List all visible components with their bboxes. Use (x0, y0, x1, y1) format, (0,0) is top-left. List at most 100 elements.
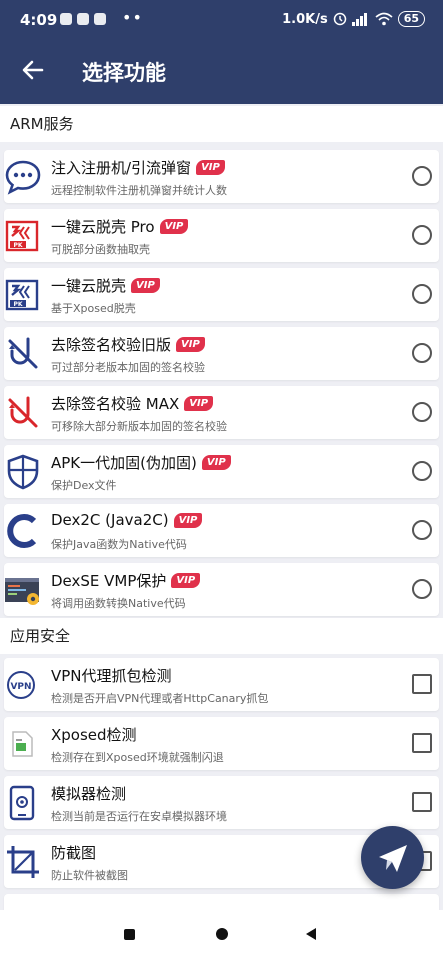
feature-item-partial[interactable] (4, 894, 439, 910)
alarm-icon (333, 12, 346, 26)
feature-title-text: Xposed检测 (51, 726, 137, 744)
feature-title-text: 模拟器检测 (51, 785, 127, 803)
feature-title-text: 注入注册机/引流弹窗 (51, 159, 192, 177)
feature-description: 远程控制软件注册机弹窗并统计人数 (51, 184, 227, 197)
recent-apps-button[interactable] (124, 929, 135, 940)
radio-button[interactable] (412, 579, 432, 599)
crop-icon (7, 846, 39, 878)
feature-item-dex2c[interactable]: Dex2C (Java2C) VIP 保护Java函数为Native代码 (4, 504, 439, 557)
vip-badge: VIP (171, 573, 201, 588)
back-button[interactable] (306, 928, 316, 940)
feature-item-unpack[interactable]: PK 一键云脱壳 VIP 基于Xposed脱壳 (4, 268, 439, 321)
feature-description: 将调用函数转换Native代码 (51, 597, 186, 610)
status-bar: 4:09 •• 1.0K/s 65 (0, 0, 443, 38)
network-speed: 1.0K/s (282, 11, 328, 27)
feature-title: 去除签名校验 MAX VIP (51, 393, 214, 414)
home-button[interactable] (216, 928, 228, 940)
feature-title: 去除签名校验旧版 VIP (51, 334, 205, 355)
feature-item-remove-signature-old[interactable]: 去除签名校验旧版 VIP 可过部分老版本加固的签名校验 (4, 327, 439, 380)
radio-button[interactable] (412, 402, 432, 422)
app-bar: 选择功能 (0, 38, 443, 104)
no-signature-icon (8, 337, 38, 369)
feature-title: 模拟器检测 (51, 783, 126, 804)
feature-title-text: 一键云脱壳 Pro (51, 218, 155, 236)
radio-button[interactable] (412, 520, 432, 540)
feature-item-xposed-detect[interactable]: Xposed检测 检测存在到Xposed环境就强制闪退 (4, 717, 439, 770)
radio-button[interactable] (412, 343, 432, 363)
feature-title: 防截图 (51, 842, 96, 863)
checkbox[interactable] (412, 674, 432, 694)
unpack-pro-icon: PK (5, 220, 39, 252)
radio-button[interactable] (412, 461, 432, 481)
chat-bubble-icon (5, 160, 41, 195)
send-button[interactable] (361, 826, 424, 889)
page-title: 选择功能 (82, 61, 166, 85)
radio-button[interactable] (412, 284, 432, 304)
feature-title-text: Dex2C (Java2C) (51, 511, 169, 529)
notification-app-icon (94, 13, 106, 25)
feature-title: DexSE VMP保护 VIP (51, 570, 201, 591)
feature-description: 检测当前是否运行在安卓模拟器环境 (51, 810, 227, 823)
checkbox[interactable] (412, 733, 432, 753)
feature-title: 一键云脱壳 VIP (51, 275, 160, 296)
signal-icon (351, 13, 367, 26)
feature-description: 保护Dex文件 (51, 479, 117, 492)
vip-badge: VIP (196, 160, 225, 175)
feature-description: 可移除大部分新版本加固的签名校验 (51, 420, 227, 433)
vpn-icon: VPN (7, 671, 35, 699)
notification-icons (60, 13, 106, 25)
send-icon (379, 845, 407, 872)
c-letter-icon (7, 514, 37, 548)
vip-badge: VIP (173, 512, 203, 528)
radio-button[interactable] (412, 166, 432, 186)
vip-badge: VIP (131, 278, 160, 293)
feature-title-text: APK一代加固(伪加固) (51, 454, 197, 472)
more-notifications-icon: •• (122, 8, 143, 27)
feature-title: Xposed检测 (51, 724, 137, 745)
feature-description: 可过部分老版本加固的签名校验 (51, 361, 205, 374)
system-nav-bar (0, 910, 443, 960)
feature-description: 可脱部分函数抽取壳 (51, 243, 150, 256)
feature-title: APK一代加固(伪加固) VIP (51, 452, 231, 473)
feature-title-text: 一键云脱壳 (51, 277, 127, 295)
battery-indicator: 65 (397, 11, 425, 27)
feature-item-inject-popup[interactable]: 注入注册机/引流弹窗 VIP 远程控制软件注册机弹窗并统计人数 (4, 150, 439, 203)
svg-text:PK: PK (13, 242, 22, 249)
feature-item-apk-protect[interactable]: APK一代加固(伪加固) VIP 保护Dex文件 (4, 445, 439, 498)
feature-title-text: DexSE VMP保护 (51, 572, 167, 590)
feature-item-vpn-detect[interactable]: VPN VPN代理抓包检测 检测是否开启VPN代理或者HttpCanary抓包 (4, 658, 439, 711)
feature-title-text: 去除签名校验 MAX (51, 395, 180, 413)
checkbox[interactable] (412, 792, 432, 812)
feature-item-emulator-detect[interactable]: 模拟器检测 检测当前是否运行在安卓模拟器环境 (4, 776, 439, 829)
status-right: 1.0K/s 65 (282, 11, 425, 27)
feature-title: VPN代理抓包检测 (51, 665, 172, 686)
feature-title: 一键云脱壳 Pro VIP (51, 216, 189, 237)
shield-icon (7, 454, 39, 490)
feature-list[interactable]: ARM服务 注入注册机/引流弹窗 VIP 远程控制软件注册机弹窗并统计人数 PK … (0, 104, 443, 910)
feature-title-text: 防截图 (51, 844, 97, 862)
vip-badge: VIP (159, 219, 189, 234)
back-arrow-icon[interactable] (20, 57, 46, 83)
radio-button[interactable] (412, 225, 432, 245)
xposed-file-icon (12, 731, 33, 757)
unpack-icon: PK (5, 279, 39, 311)
phone-at-icon (9, 785, 35, 821)
status-time: 4:09 (20, 11, 58, 29)
feature-description: 保护Java函数为Native代码 (51, 538, 187, 551)
feature-title: 注入注册机/引流弹窗 VIP (51, 157, 225, 178)
feature-description: 检测存在到Xposed环境就强制闪退 (51, 751, 224, 764)
feature-item-dexse-vmp[interactable]: DexSE VMP保护 VIP 将调用函数转换Native代码 (4, 563, 439, 616)
feature-description: 检测是否开启VPN代理或者HttpCanary抓包 (51, 692, 269, 705)
feature-title-text: VPN代理抓包检测 (51, 667, 172, 685)
vip-badge: VIP (176, 337, 205, 352)
notification-app-icon (60, 13, 72, 25)
code-gear-icon (5, 578, 39, 605)
vip-badge: VIP (201, 455, 231, 470)
feature-item-unpack-pro[interactable]: PK 一键云脱壳 Pro VIP 可脱部分函数抽取壳 (4, 209, 439, 262)
feature-item-remove-signature-max[interactable]: 去除签名校验 MAX VIP 可移除大部分新版本加固的签名校验 (4, 386, 439, 439)
section-header-app-security: 应用安全 (0, 618, 443, 654)
wifi-icon (375, 12, 393, 26)
feature-title: Dex2C (Java2C) VIP (51, 511, 203, 529)
feature-description: 防止软件被截图 (51, 869, 128, 882)
section-header-arm: ARM服务 (0, 106, 443, 142)
